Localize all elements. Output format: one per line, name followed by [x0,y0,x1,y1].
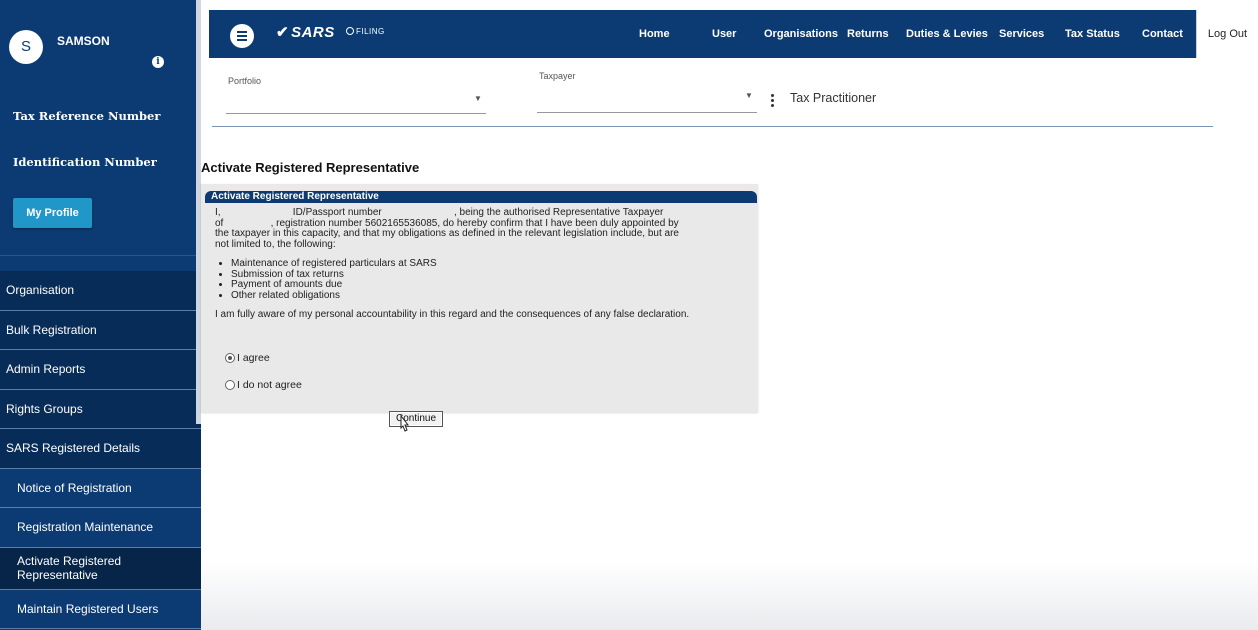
nav-tax-status[interactable]: Tax Status [1065,10,1120,58]
nav-home[interactable]: Home [639,10,670,58]
sidebar-item-maintain-registered-users[interactable]: Maintain Registered Users [0,589,201,629]
disagree-label: I do not agree [237,379,302,391]
declaration-panel: Activate Registered Representative I, ID… [201,184,758,412]
nav-contact[interactable]: Contact [1142,10,1183,58]
top-bar: ✔ SARS FILING Home User Organisations Ret… [209,10,1258,58]
sidebar-item-sars-registered-details[interactable]: SARS Registered Details [0,429,201,469]
agree-radio[interactable] [225,353,235,363]
sidebar-item-admin-reports[interactable]: Admin Reports [0,350,201,390]
sidebar-item-label: Activate Registered Representative [17,554,122,582]
page: S SAMSON i Tax Reference Number Identifi… [0,0,1258,630]
sidebar: S SAMSON i Tax Reference Number Identifi… [0,0,201,630]
accountability-statement: I am fully aware of my personal accounta… [215,309,690,320]
sars-logo-text: SARS [291,24,335,41]
portfolio-underline [226,113,486,114]
taxpayer-select[interactable] [537,86,757,112]
taxpayer-dropdown-icon[interactable]: ▼ [745,91,753,100]
sidebar-item-label: Notice of Registration [17,480,132,495]
nav-user[interactable]: User [712,10,736,58]
list-item: Payment of amounts due [231,279,745,291]
page-title: Activate Registered Representative [201,160,420,175]
sidebar-item-notice-of-registration[interactable]: Notice of Registration [0,468,201,508]
efiling-logo: FILING [346,27,385,36]
sars-logo: ✔ SARS [276,23,335,41]
sars-logo-mark: ✔ [276,24,290,41]
taxpayer-label: Taxpayer [539,71,576,81]
avatar[interactable]: S [9,30,43,64]
efiling-e-icon [346,27,354,35]
nav-returns[interactable]: Returns [847,10,889,58]
sidebar-item-label: Rights Groups [6,401,83,416]
nav-services[interactable]: Services [999,10,1044,58]
efiling-logo-text: FILING [356,27,385,36]
bottom-fade [201,560,1258,630]
nav-duties-levies[interactable]: Duties & Levies [906,10,988,58]
sidebar-item-rights-groups[interactable]: Rights Groups [0,389,201,429]
filter-divider [212,126,1213,127]
sidebar-item-label: Admin Reports [6,362,86,377]
tax-practitioner-label: Tax Practitioner [790,91,877,105]
list-item: Maintenance of registered particulars at… [231,258,745,270]
sidebar-divider [0,255,201,256]
more-options-icon[interactable] [771,94,774,109]
portfolio-dropdown-icon[interactable]: ▼ [474,94,482,103]
sidebar-item-activate-registered-representative[interactable]: Activate Registered Representative [0,547,201,590]
my-profile-button[interactable]: My Profile [13,198,92,228]
nav-organisations[interactable]: Organisations [764,10,838,58]
portfolio-select[interactable] [226,88,486,114]
disagree-option[interactable]: I do not agree [225,379,302,391]
sidebar-item-label: Bulk Registration [6,322,97,337]
logout-button[interactable]: Log Out [1196,10,1258,58]
sidebar-nav: Organisation Bulk Registration Admin Rep… [0,271,201,629]
list-item: Other related obligations [231,290,745,302]
info-icon[interactable]: i [152,56,164,68]
sidebar-item-label: SARS Registered Details [6,441,141,456]
filter-bar: Portfolio ▼ Taxpayer ▼ Tax Practitioner [201,58,1258,144]
declaration-line: not limited to, the following: [215,238,336,250]
agree-option[interactable]: I agree [225,352,270,364]
declaration-text: I, ID/Passport number , being the author… [215,207,745,321]
taxpayer-underline [537,112,757,113]
mouse-cursor-icon [400,415,410,432]
sidebar-item-label: Organisation [6,283,75,298]
obligations-list: Maintenance of registered particulars at… [231,258,745,302]
sidebar-item-organisation[interactable]: Organisation [0,271,201,311]
portfolio-label: Portfolio [228,76,262,86]
user-row: S SAMSON i [0,20,201,70]
sidebar-item-bulk-registration[interactable]: Bulk Registration [0,310,201,350]
panel-title: Activate Registered Representative [205,191,757,203]
sidebar-item-registration-maintenance[interactable]: Registration Maintenance [0,508,201,548]
agree-label: I agree [237,352,270,364]
user-name: SAMSON [57,34,110,48]
hamburger-menu-icon[interactable] [230,24,254,48]
tax-reference-label: Tax Reference Number [13,109,161,123]
sidebar-item-label: Maintain Registered Users [17,601,159,616]
disagree-radio[interactable] [225,380,235,390]
declaration-line: the taxpayer in this capacity, and that … [215,228,679,239]
sidebar-item-label: Registration Maintenance [17,520,154,535]
declaration-line: I, ID/Passport number , being the author… [215,207,664,218]
identification-label: Identification Number [13,155,157,169]
